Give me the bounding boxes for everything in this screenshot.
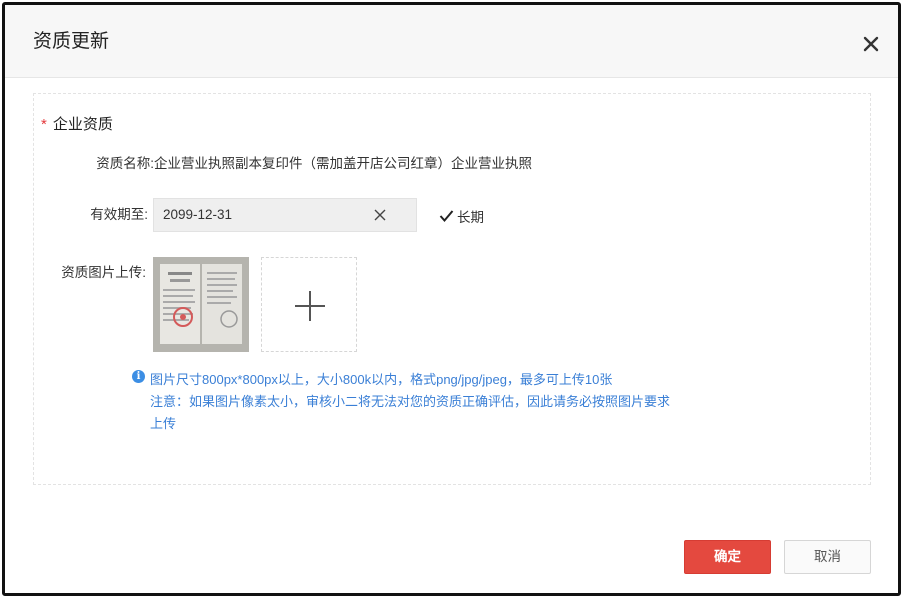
qualification-name-label: 资质名称: xyxy=(96,156,154,171)
upload-label: 资质图片上传: xyxy=(61,265,146,280)
dialog-header: 资质更新 xyxy=(5,5,898,78)
required-mark: * xyxy=(41,116,47,133)
close-icon[interactable] xyxy=(862,35,880,53)
info-icon: i xyxy=(132,370,145,383)
upload-hint-note: 注意：如果图片像素太小，审核小二将无法对您的资质正确评估，因此请务必按照图片要求 xyxy=(150,394,671,409)
expiry-label: 有效期至: xyxy=(90,207,148,222)
dialog: 资质更新 * 企业资质 资质名称: 企业营业执照副本复印件（需加盖开店公司红章）企… xyxy=(2,2,901,596)
qualification-panel: * 企业资质 资质名称: 企业营业执照副本复印件（需加盖开店公司红章）企业营业执照… xyxy=(33,93,871,485)
upload-hint-note-cont: 上传 xyxy=(150,416,177,431)
add-image-button[interactable] xyxy=(261,257,357,352)
section-title: * 企业资质 xyxy=(41,115,113,135)
upload-hint-size: 图片尺寸800px*800px以上，大小800k以内，格式png/jpg/jpe… xyxy=(150,372,613,387)
clear-date-icon[interactable] xyxy=(374,209,386,221)
license-image xyxy=(153,257,249,352)
qualification-name-value: 企业营业执照副本复印件（需加盖开店公司红章）企业营业执照 xyxy=(154,156,532,171)
section-title-text: 企业资质 xyxy=(52,116,113,133)
checkmark-icon xyxy=(439,210,454,223)
dialog-title: 资质更新 xyxy=(33,31,110,52)
expiry-date-value: 2099-12-31 xyxy=(163,207,233,222)
long-term-checkbox[interactable]: 长期 xyxy=(439,207,484,225)
uploaded-license-thumbnail[interactable] xyxy=(153,257,249,352)
confirm-button[interactable]: 确定 xyxy=(684,540,771,574)
expiry-date-input[interactable]: 2099-12-31 xyxy=(153,198,417,232)
cancel-button[interactable]: 取消 xyxy=(784,540,871,574)
long-term-label: 长期 xyxy=(457,210,484,225)
plus-icon-vertical xyxy=(309,291,311,321)
